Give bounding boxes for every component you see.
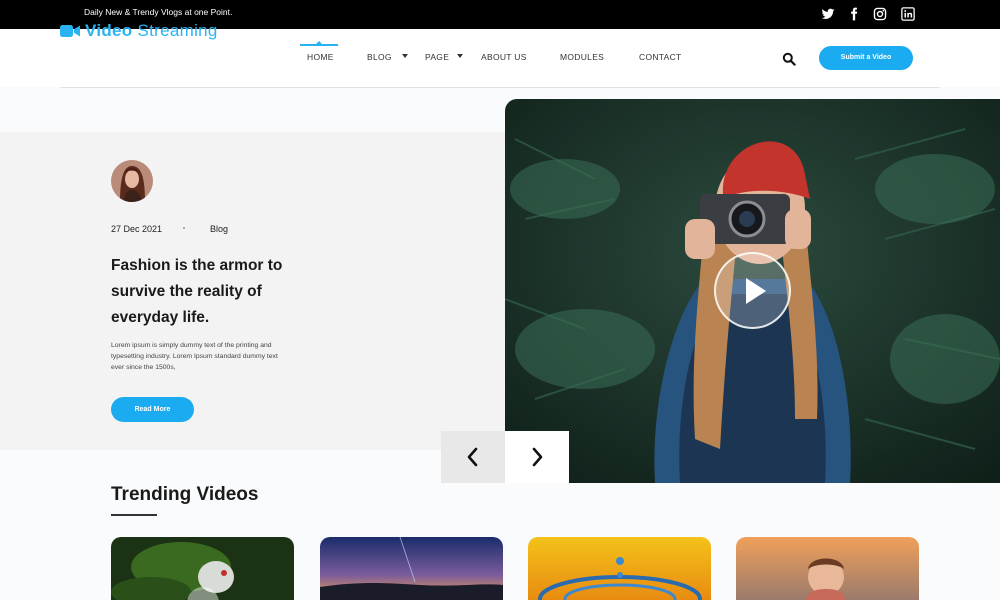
nav-modules[interactable]: MODULES xyxy=(560,52,604,62)
hero-description: Lorem ipsum is simply dummy text of the … xyxy=(111,342,278,371)
nav-home[interactable]: HOME xyxy=(307,52,334,62)
chevron-down-icon xyxy=(457,54,463,58)
nav-contact[interactable]: CONTACT xyxy=(639,52,682,62)
meta-separator xyxy=(183,227,185,229)
video-card[interactable] xyxy=(528,537,711,600)
chevron-left-icon xyxy=(467,447,478,467)
next-slide-button[interactable] xyxy=(505,431,569,483)
nav-about-us[interactable]: ABOUT US xyxy=(481,52,527,62)
instagram-icon[interactable] xyxy=(873,7,887,21)
submit-video-button[interactable]: Submit a Video xyxy=(819,46,913,70)
post-date: 27 Dec 2021 xyxy=(111,224,163,234)
play-icon[interactable] xyxy=(714,252,791,329)
facebook-icon[interactable] xyxy=(847,7,861,21)
author-avatar[interactable] xyxy=(111,160,153,202)
read-more-button[interactable]: Read More xyxy=(111,397,194,422)
chevron-right-icon xyxy=(532,447,543,467)
search-icon[interactable] xyxy=(782,52,796,66)
nav-blog-label: BLOG xyxy=(367,52,392,62)
video-card[interactable] xyxy=(111,537,294,600)
nav-active-indicator xyxy=(300,41,338,46)
nav-page-label: PAGE xyxy=(425,52,450,62)
site-logo[interactable]: Video Streaming xyxy=(60,21,218,41)
video-camera-icon xyxy=(60,25,80,37)
linkedin-icon[interactable] xyxy=(901,7,915,21)
video-card[interactable] xyxy=(320,537,503,600)
twitter-icon[interactable] xyxy=(821,7,835,21)
logo-text: Video Streaming xyxy=(85,21,218,40)
hero-title: Fashion is the armor to survive the real… xyxy=(111,257,283,326)
nav-page[interactable]: PAGE xyxy=(425,52,463,62)
header-divider xyxy=(60,87,940,88)
video-card[interactable] xyxy=(736,537,919,600)
chevron-down-icon xyxy=(402,54,408,58)
previous-slide-button[interactable] xyxy=(441,431,505,483)
nav-blog[interactable]: BLOG xyxy=(367,52,408,62)
tagline: Daily New & Trendy Vlogs at one Point. xyxy=(84,7,233,17)
post-category[interactable]: Blog xyxy=(210,224,228,234)
heading-underline xyxy=(111,514,157,516)
trending-videos-heading: Trending Videos xyxy=(111,484,259,505)
